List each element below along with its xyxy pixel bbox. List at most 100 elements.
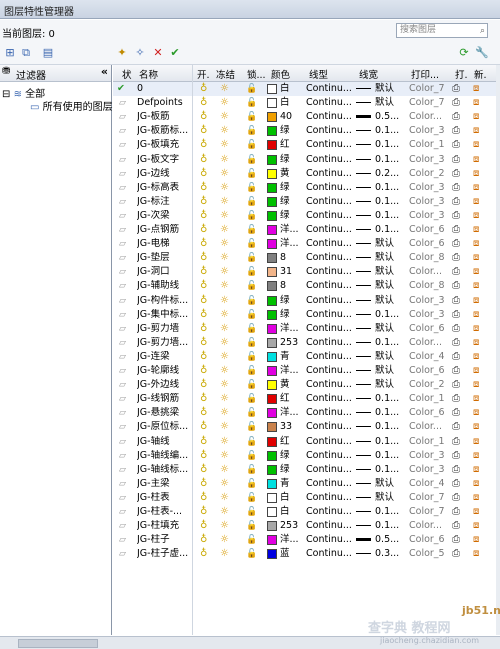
layer-name[interactable]: JG-轴线标... <box>137 464 193 476</box>
printer-icon[interactable]: ⎙ <box>452 365 460 377</box>
thaw-sun-icon[interactable]: ☼ <box>220 464 229 476</box>
layer-row[interactable]: ▱ JG-标注 ♁ ☼ 🔓 绿 Continu... 0.1... Color_3 ⎙ ⧈ <box>113 195 500 209</box>
color-name[interactable]: 洋... <box>280 224 299 236</box>
printer-icon[interactable]: ⎙ <box>452 337 460 349</box>
linetype[interactable]: Continu... <box>306 323 352 335</box>
color-swatch[interactable] <box>267 239 277 250</box>
new-group-filter-icon[interactable]: ⧉ <box>18 45 34 61</box>
linetype[interactable]: Continu... <box>306 83 352 95</box>
layer-name[interactable]: JG-点钢筋 <box>137 224 193 236</box>
on-bulb-icon[interactable]: ♁ <box>200 83 207 95</box>
col-linetype[interactable]: 线型 <box>309 67 328 81</box>
unlock-icon[interactable]: 🔓 <box>246 534 257 546</box>
new-vp-freeze-icon[interactable]: ⧈ <box>473 238 479 250</box>
color-name[interactable]: 黄 <box>280 379 290 391</box>
new-vp-freeze-icon[interactable]: ⧈ <box>473 478 479 490</box>
layer-row[interactable]: ▱ JG-主梁 ♁ ☼ 🔓 青 Continu... 默认 Color_4 ⎙ ⧈ <box>113 477 500 491</box>
new-vp-freeze-icon[interactable]: ⧈ <box>473 548 479 560</box>
layer-row[interactable]: ▱ JG-轴线标... ♁ ☼ 🔓 绿 Continu... 0.1... Color_3 ⎙ ⧈ <box>113 463 500 477</box>
layer-row[interactable]: ▱ JG-悬挑梁 ♁ ☼ 🔓 洋... Continu... 0.1... Color_6 ⎙ ⧈ <box>113 406 500 420</box>
linetype[interactable]: Continu... <box>306 520 352 532</box>
new-vp-freeze-icon[interactable]: ⧈ <box>473 295 479 307</box>
linetype[interactable]: Continu... <box>306 309 352 321</box>
unlock-icon[interactable]: 🔓 <box>246 295 257 307</box>
thaw-sun-icon[interactable]: ☼ <box>220 196 229 208</box>
layer-row[interactable]: ▱ JG-剪力墙 ♁ ☼ 🔓 洋... Continu... 默认 Color_6 ⎙ ⧈ <box>113 322 500 336</box>
layer-row[interactable]: ▱ JG-次梁 ♁ ☼ 🔓 绿 Continu... 0.1... Color_3 ⎙ ⧈ <box>113 209 500 223</box>
color-name[interactable]: 8 <box>280 280 286 292</box>
layer-name[interactable]: JG-原位标... <box>137 421 193 433</box>
linetype[interactable]: Continu... <box>306 154 352 166</box>
printer-icon[interactable]: ⎙ <box>452 351 460 363</box>
layer-name[interactable]: 0 <box>137 83 193 95</box>
linetype[interactable]: Continu... <box>306 125 352 137</box>
linetype[interactable]: Continu... <box>306 280 352 292</box>
unlock-icon[interactable]: 🔓 <box>246 379 257 391</box>
color-swatch[interactable] <box>267 140 277 151</box>
layer-row[interactable]: ▱ JG-边线 ♁ ☼ 🔓 黄 Continu... 0.2... Color_2 ⎙ ⧈ <box>113 167 500 181</box>
unlock-icon[interactable]: 🔓 <box>246 478 257 490</box>
lineweight[interactable]: 默认 <box>375 252 394 264</box>
layer-name[interactable]: JG-连梁 <box>137 351 193 363</box>
on-bulb-icon[interactable]: ♁ <box>200 182 207 194</box>
on-bulb-icon[interactable]: ♁ <box>200 421 207 433</box>
new-vp-freeze-icon[interactable]: ⧈ <box>473 309 479 321</box>
layer-row[interactable]: ▱ JG-板筋 ♁ ☼ 🔓 40 Continu... 0.5... Color... ⎙ ⧈ <box>113 110 500 124</box>
layer-name[interactable]: JG-板文字 <box>137 154 193 166</box>
printer-icon[interactable]: ⎙ <box>452 295 460 307</box>
layer-row[interactable]: ▱ JG-柱填充 ♁ ☼ 🔓 253 Continu... 0.1... Color... ⎙ ⧈ <box>113 519 500 533</box>
color-name[interactable]: 洋... <box>280 323 299 335</box>
new-vp-freeze-icon[interactable]: ⧈ <box>473 464 479 476</box>
thaw-sun-icon[interactable]: ☼ <box>220 210 229 222</box>
unlock-icon[interactable]: 🔓 <box>246 83 257 95</box>
col-freeze[interactable]: 冻结 <box>216 67 235 81</box>
color-swatch[interactable] <box>267 422 277 433</box>
color-name[interactable]: 8 <box>280 252 286 264</box>
col-color[interactable]: 颜色 <box>271 67 290 81</box>
on-bulb-icon[interactable]: ♁ <box>200 309 207 321</box>
new-vp-freeze-icon[interactable]: ⧈ <box>473 323 479 335</box>
thaw-sun-icon[interactable]: ☼ <box>220 379 229 391</box>
on-bulb-icon[interactable]: ♁ <box>200 196 207 208</box>
layer-row[interactable]: ▱ JG-轴线编... ♁ ☼ 🔓 绿 Continu... 0.1... Color_3 ⎙ ⧈ <box>113 449 500 463</box>
printer-icon[interactable]: ⎙ <box>452 196 460 208</box>
layer-name[interactable]: JG-主梁 <box>137 478 193 490</box>
layer-name[interactable]: JG-剪力墙 <box>137 323 193 335</box>
printer-icon[interactable]: ⎙ <box>452 478 460 490</box>
layer-name[interactable]: JG-边线 <box>137 168 193 180</box>
thaw-sun-icon[interactable]: ☼ <box>220 125 229 137</box>
lineweight[interactable]: 0.1... <box>375 520 399 532</box>
new-vp-freeze-icon[interactable]: ⧈ <box>473 139 479 151</box>
color-name[interactable]: 白 <box>280 492 290 504</box>
new-vp-freeze-icon[interactable]: ⧈ <box>473 210 479 222</box>
col-name[interactable]: 名称 <box>139 67 158 81</box>
linetype[interactable]: Continu... <box>306 97 352 109</box>
on-bulb-icon[interactable]: ♁ <box>200 534 207 546</box>
layer-name[interactable]: JG-板筋 <box>137 111 193 123</box>
layer-name[interactable]: JG-线钢筋 <box>137 393 193 405</box>
printer-icon[interactable]: ⎙ <box>452 252 460 264</box>
linetype[interactable]: Continu... <box>306 379 352 391</box>
printer-icon[interactable]: ⎙ <box>452 97 460 109</box>
color-swatch[interactable] <box>267 478 277 489</box>
color-swatch[interactable] <box>267 394 277 405</box>
color-name[interactable]: 蓝 <box>280 548 290 560</box>
color-name[interactable]: 33 <box>280 421 292 433</box>
unlock-icon[interactable]: 🔓 <box>246 196 257 208</box>
linetype[interactable]: Continu... <box>306 548 352 560</box>
linetype[interactable]: Continu... <box>306 295 352 307</box>
on-bulb-icon[interactable]: ♁ <box>200 168 207 180</box>
color-swatch[interactable] <box>267 253 277 264</box>
on-bulb-icon[interactable]: ♁ <box>200 351 207 363</box>
layer-row[interactable]: ▱ JG-柱表-... ♁ ☼ 🔓 白 Continu... 0.1... Color_7 ⎙ ⧈ <box>113 505 500 519</box>
col-on[interactable]: 开. <box>197 67 210 81</box>
col-status[interactable]: 状 <box>122 67 132 81</box>
on-bulb-icon[interactable]: ♁ <box>200 478 207 490</box>
layer-row[interactable]: ✔ 0 ♁ ☼ 🔓 白 Continu... 默认 Color_7 ⎙ ⧈ <box>113 82 500 96</box>
printer-icon[interactable]: ⎙ <box>452 421 460 433</box>
lineweight[interactable]: 默认 <box>375 478 394 490</box>
color-swatch[interactable] <box>267 281 277 292</box>
thaw-sun-icon[interactable]: ☼ <box>220 224 229 236</box>
lineweight[interactable]: 0.1... <box>375 450 399 462</box>
color-swatch[interactable] <box>267 168 277 179</box>
